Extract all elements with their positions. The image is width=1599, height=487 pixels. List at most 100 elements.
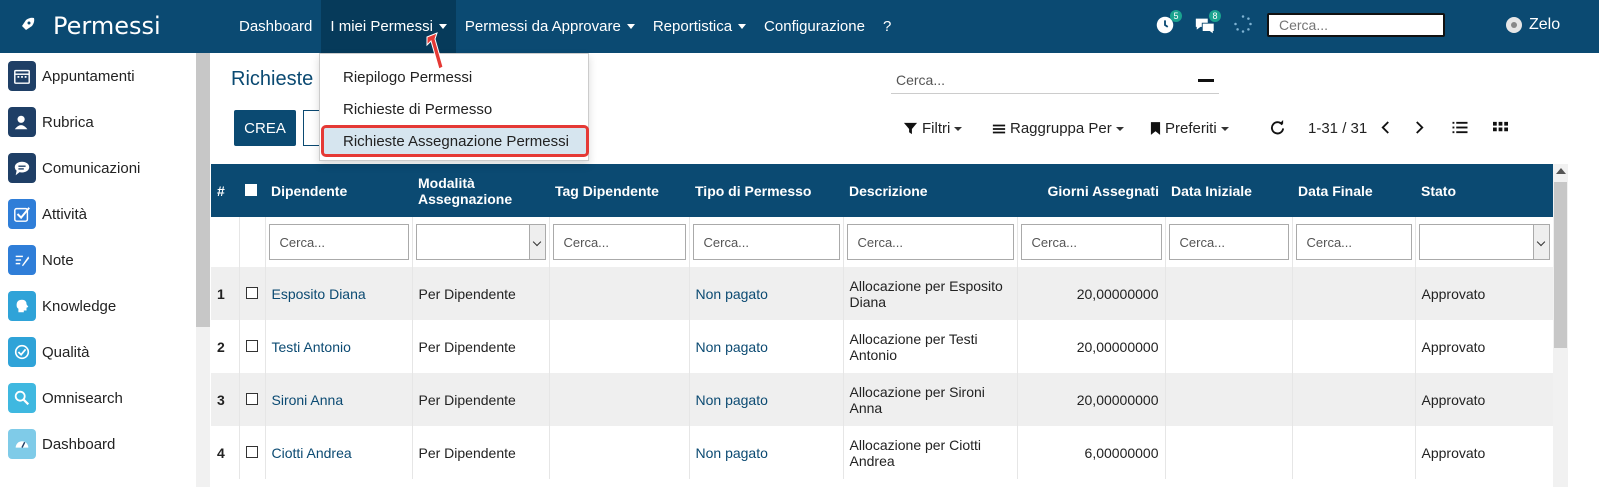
col-header-modalita[interactable]: Modalità Assegnazione [412,164,549,217]
favorites-dropdown[interactable]: Preferiti [1150,120,1229,137]
cell-descrizione: Allocazione per Ciotti Andrea [843,426,1018,479]
calendar-icon [8,61,36,91]
filter-cell: Cerca... [1017,217,1166,267]
filter-modalita-select[interactable] [415,224,546,260]
filter-tag-input[interactable]: Cerca... [552,224,686,260]
cell-tag [549,373,690,426]
nav-help[interactable]: ? [874,0,900,53]
sidebar-item-attivita[interactable]: Attività [8,197,87,231]
filter-stato-select[interactable] [1418,224,1550,260]
cell-data-finale [1292,373,1416,426]
sidebar-scrollbar-thumb[interactable] [196,53,210,327]
col-header-tag[interactable]: Tag Dipendente [549,164,689,217]
cell-stato: Approvato [1415,426,1554,479]
filter-data-iniziale-input[interactable]: Cerca... [1168,224,1289,260]
chevron-down-icon [626,24,635,29]
sidebar-item-appuntamenti[interactable]: Appuntamenti [8,59,135,93]
pager-next-button[interactable] [1414,120,1425,135]
main-search-input[interactable]: Cerca... [891,68,1219,94]
filters-dropdown[interactable]: Filtri [903,120,963,137]
user-name: Zelo [1529,16,1561,33]
cell-dipendente[interactable]: Ciotti Andrea [265,426,413,479]
loading-spinner-icon [1233,14,1257,38]
col-header-tipo[interactable]: Tipo di Permesso [689,164,843,217]
cell-tipo[interactable]: Non pagato [689,373,844,426]
filter-descrizione-input[interactable]: Cerca... [846,224,1014,260]
refresh-button[interactable] [1270,120,1285,135]
breadcrumb[interactable]: Richieste [231,68,313,91]
cell-stato: Approvato [1415,373,1554,426]
row-checkbox[interactable] [245,339,258,352]
row-checkbox[interactable] [245,286,258,299]
row-index: 4 [211,426,240,479]
sidebar-item-knowledge[interactable]: Knowledge [8,289,116,323]
filter-cell: Cerca... [1292,217,1416,267]
row-checkbox-cell[interactable] [239,373,266,426]
cell-tipo[interactable]: Non pagato [689,426,844,479]
cell-stato: Approvato [1415,267,1554,320]
row-checkbox-cell[interactable] [239,426,266,479]
list-view-button[interactable] [1452,120,1468,135]
row-checkbox[interactable] [245,445,258,458]
pager-value[interactable]: 1-31 / 31 [1308,120,1367,137]
nav-reports[interactable]: Reportistica [644,0,755,53]
col-header-descrizione[interactable]: Descrizione [843,164,1017,217]
cell-tipo[interactable]: Non pagato [689,267,844,320]
cell-dipendente[interactable]: Esposito Diana [265,267,413,320]
nav-dashboard[interactable]: Dashboard [230,0,321,53]
col-header-stato[interactable]: Stato [1415,164,1553,217]
row-checkbox-cell[interactable] [239,267,266,320]
col-header-giorni[interactable]: Giorni Assegnati [1017,164,1165,217]
create-button[interactable]: CREA [234,110,296,146]
col-header-dipendente[interactable]: Dipendente [265,164,412,217]
filter-dipendente-input[interactable]: Cerca... [268,224,409,260]
top-search-input[interactable] [1267,13,1445,37]
sidebar-item-label: Attività [42,205,88,223]
my-permissions-dropdown-menu: Riepilogo Permessi Richieste di Permesso… [319,53,589,161]
cell-dipendente[interactable]: Sironi Anna [265,373,413,426]
sidebar-item-qualita[interactable]: Qualità [8,335,90,369]
app-brand[interactable]: Permessi [0,0,200,53]
pager-previous-button[interactable] [1380,120,1391,135]
table-row[interactable]: 3 Sironi Anna Per Dipendente Non pagato … [211,373,1554,426]
col-header-data-iniziale[interactable]: Data Iniziale [1165,164,1292,217]
filter-data-finale-input[interactable]: Cerca... [1295,224,1412,260]
filter-tipo-input[interactable]: Cerca... [692,224,840,260]
group-by-dropdown[interactable]: Raggruppa Per [992,120,1124,137]
sidebar-item-label: Rubrica [42,113,94,131]
table-scrollbar-thumb[interactable] [1554,182,1567,348]
kanban-view-button[interactable] [1493,120,1508,135]
col-header-data-finale[interactable]: Data Finale [1292,164,1415,217]
sidebar-item-omnisearch[interactable]: Omnisearch [8,381,123,415]
nav-to-approve[interactable]: Permessi da Approvare [456,0,644,53]
chevron-down-icon [528,225,545,259]
import-button[interactable] [303,110,319,146]
nav-configuration-label: Configurazione [764,18,865,35]
select-all-checkbox[interactable] [245,183,257,196]
cell-dipendente[interactable]: Testi Antonio [265,320,413,373]
menu-item-riepilogo[interactable]: Riepilogo Permessi [324,64,586,90]
sidebar-item-dashboard[interactable]: Dashboard [8,427,115,461]
cell-giorni: 20,00000000 [1017,267,1166,320]
row-checkbox-cell[interactable] [239,320,266,373]
nav-configuration[interactable]: Configurazione [755,0,874,53]
table-row[interactable]: 4 Ciotti Andrea Per Dipendente Non pagat… [211,426,1554,479]
menu-item-richieste-assegnazione[interactable]: Richieste Assegnazione Permessi [321,125,589,157]
table-row[interactable]: 1 Esposito Diana Per Dipendente Non paga… [211,267,1554,320]
cell-tipo[interactable]: Non pagato [689,320,844,373]
scroll-up-arrow-icon[interactable] [1556,168,1566,174]
sidebar-item-note[interactable]: Note [8,243,74,277]
filter-giorni-input[interactable]: Cerca... [1020,224,1162,260]
select-all-checkbox-cell[interactable] [239,164,265,217]
sidebar-item-rubrica[interactable]: Rubrica [8,105,94,139]
table-row[interactable]: 2 Testi Antonio Per Dipendente Non pagat… [211,320,1554,373]
user-menu[interactable]: Zelo [1506,16,1560,34]
activity-clock-icon[interactable]: 5 [1154,10,1182,38]
menu-item-richieste-permesso[interactable]: Richieste di Permesso [324,96,586,122]
top-navbar: Permessi Dashboard I miei Permessi Perme… [0,0,1599,53]
filter-cell: Cerca... [1165,217,1293,267]
messages-icon[interactable]: 8 [1193,10,1221,38]
sidebar-item-comunicazioni[interactable]: Comunicazioni [8,151,140,185]
facet-clear-icon[interactable] [1198,79,1214,82]
row-checkbox[interactable] [245,392,258,405]
